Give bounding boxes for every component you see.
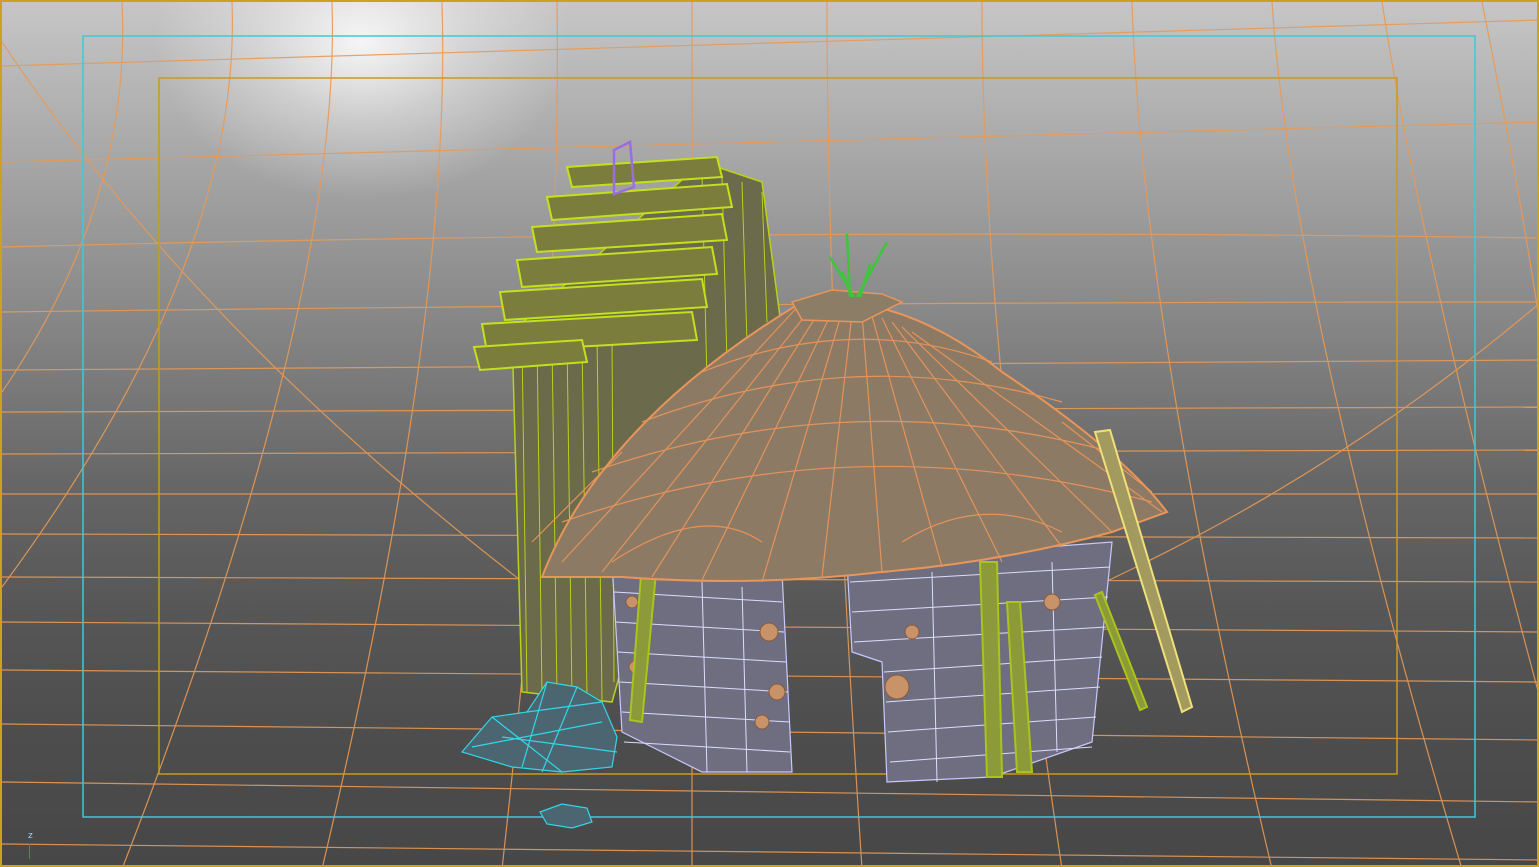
viewport-axis-label: z (28, 831, 33, 841)
grass-tuft-wireframe[interactable] (828, 233, 889, 298)
viewport-canvas[interactable] (2, 2, 1539, 867)
small-rock-wireframe[interactable] (539, 803, 593, 829)
3d-viewport[interactable]: z (0, 0, 1539, 867)
axis-gizmo (29, 844, 30, 859)
